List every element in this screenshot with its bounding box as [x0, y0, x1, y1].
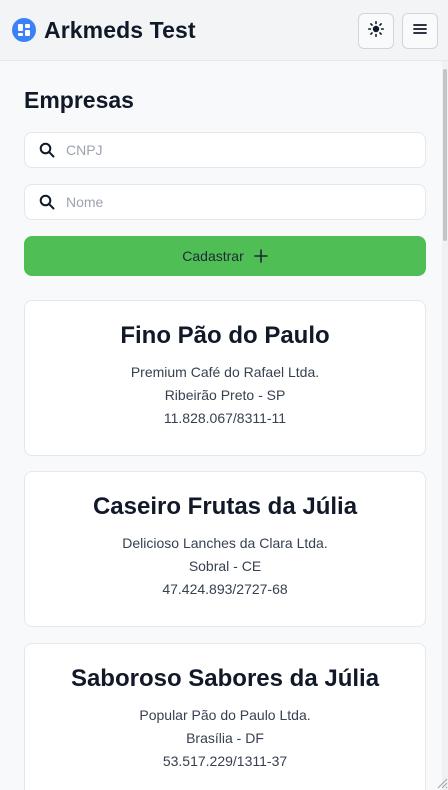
- company-cnpj: 47.424.893/2727-68: [162, 581, 288, 597]
- page-title: Empresas: [24, 87, 134, 113]
- company-legal-name: Premium Café do Rafael Ltda.: [130, 364, 320, 380]
- nome-search-field[interactable]: [24, 184, 426, 220]
- company-card[interactable]: Fino Pão do Paulo Premium Café do Rafael…: [24, 300, 426, 456]
- theme-toggle-button[interactable]: [358, 13, 394, 49]
- company-card[interactable]: Caseiro Frutas da Júlia Delicioso Lanche…: [24, 471, 426, 627]
- company-name: Caseiro Frutas da Júlia: [92, 493, 358, 520]
- search-icon: [39, 193, 57, 211]
- company-legal-name: Delicioso Lanches da Clara Ltda.: [122, 535, 328, 551]
- company-location: Ribeirão Preto - SP: [164, 387, 286, 403]
- register-button[interactable]: Cadastrar: [24, 236, 426, 276]
- company-location: Brasília - DF: [186, 730, 264, 746]
- sun-icon: [368, 20, 384, 42]
- plus-icon: [253, 249, 268, 263]
- app-title: Arkmeds Test: [44, 17, 196, 43]
- cnpj-search-field[interactable]: [24, 132, 426, 168]
- company-cnpj: 11.828.067/8311-11: [163, 410, 287, 426]
- hamburger-menu-icon: [412, 22, 428, 41]
- search-icon: [39, 141, 57, 159]
- vertical-scrollbar[interactable]: [442, 61, 448, 790]
- scrollbar-thumb[interactable]: [443, 69, 447, 241]
- company-cnpj: 53.517.229/1311-37: [162, 753, 288, 769]
- top-bar: Arkmeds Test: [0, 0, 448, 61]
- dashboard-icon: [12, 18, 36, 42]
- nome-search-input[interactable]: [66, 194, 386, 210]
- company-card[interactable]: Saboroso Sabores da Júlia Popular Pão do…: [24, 643, 426, 790]
- cnpj-search-input[interactable]: [66, 142, 386, 158]
- company-legal-name: Popular Pão do Paulo Ltda.: [139, 707, 311, 723]
- company-location: Sobral - CE: [188, 558, 262, 574]
- company-name: Fino Pão do Paulo: [120, 322, 330, 349]
- resize-grip-icon[interactable]: [436, 776, 448, 790]
- register-button-label: Cadastrar: [182, 248, 244, 264]
- brand[interactable]: Arkmeds Test: [12, 17, 196, 43]
- company-name: Saboroso Sabores da Júlia: [70, 665, 380, 692]
- menu-button[interactable]: [402, 13, 438, 49]
- app: Arkmeds Test Empresas CNPJ Nome Cadastra…: [0, 0, 448, 790]
